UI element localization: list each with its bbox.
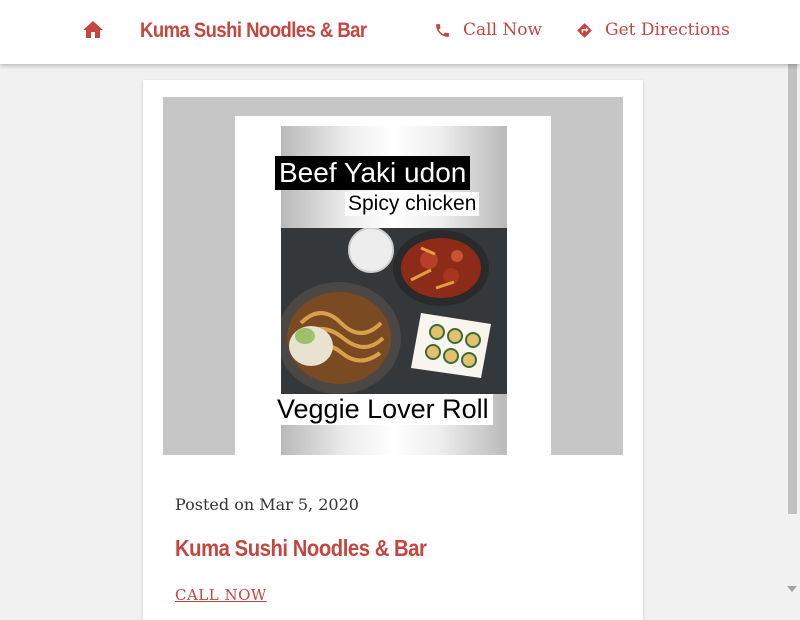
post-image: Beef Yaki udon Spicy chicken Veggie Love…	[163, 97, 623, 455]
scroll-down-arrow[interactable]	[787, 586, 797, 592]
get-directions-link[interactable]: Get Directions	[576, 20, 730, 40]
photo-sheet: Beef Yaki udon Spicy chicken Veggie Love…	[235, 116, 551, 455]
image-label-chicken: Spicy chicken	[345, 192, 480, 216]
phone-icon	[436, 23, 449, 37]
posted-date: Posted on Mar 5, 2020	[175, 495, 359, 514]
image-label-veggie: Veggie Lover Roll	[273, 394, 493, 425]
image-label-udon: Beef Yaki udon	[275, 156, 471, 190]
call-now-label: Call Now	[463, 20, 543, 40]
call-now-link[interactable]: Call Now	[434, 20, 542, 40]
post-card: Beef Yaki udon Spicy chicken Veggie Love…	[143, 80, 643, 620]
home-icon[interactable]	[81, 18, 105, 42]
scrollbar-thumb[interactable]	[788, 64, 797, 514]
directions-icon	[577, 22, 592, 38]
call-now-button[interactable]: CALL NOW	[175, 586, 267, 604]
get-directions-label: Get Directions	[605, 20, 730, 40]
post-title: Kuma Sushi Noodles & Bar	[175, 535, 427, 561]
brand-name[interactable]: Kuma Sushi Noodles & Bar	[140, 19, 367, 43]
food-photo	[277, 227, 507, 394]
top-navigation-bar: Kuma Sushi Noodles & Bar Call Now Get Di…	[0, 0, 800, 64]
